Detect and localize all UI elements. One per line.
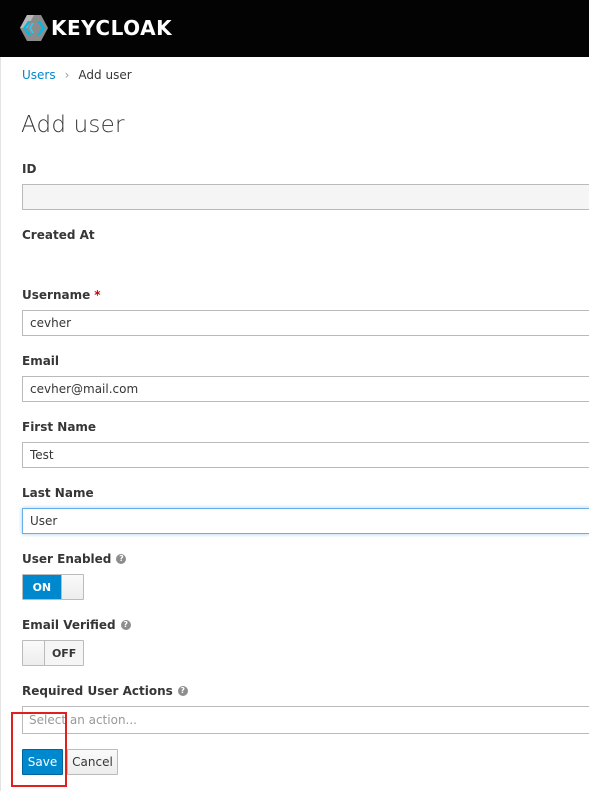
user-enabled-label-text: User Enabled [22, 552, 112, 566]
email-verified-toggle[interactable]: OFF [22, 640, 84, 666]
help-icon[interactable]: ? [120, 620, 131, 630]
toggle-handle [23, 641, 46, 665]
user-enabled-toggle[interactable]: ON [22, 574, 84, 600]
breadcrumb: Users › Add user [22, 67, 132, 83]
required-actions-label: Required User Actions ? [22, 684, 188, 698]
help-icon[interactable]: ? [116, 554, 127, 564]
first-name-label-text: First Name [22, 420, 97, 434]
id-field [22, 184, 589, 210]
required-actions-select[interactable]: Select an action... [22, 706, 589, 734]
toggle-on-label: ON [23, 575, 61, 599]
username-label: Username * [22, 288, 101, 302]
email-input[interactable]: cevher@mail.com [22, 376, 589, 402]
breadcrumb-current: Add user [78, 68, 132, 82]
breadcrumb-separator: › [64, 68, 70, 82]
top-navbar: KEYCLOAK [0, 0, 589, 57]
main-content: Users › Add user Add user ID Created At … [0, 57, 589, 791]
created-at-label-text: Created At [22, 228, 95, 242]
email-verified-label-text: Email Verified [22, 618, 116, 632]
user-enabled-label: User Enabled ? [22, 552, 127, 566]
email-label: Email [22, 354, 59, 368]
first-name-label: First Name [22, 420, 96, 434]
save-button[interactable]: Save [22, 749, 63, 775]
username-input[interactable]: cevher [22, 310, 589, 336]
toggle-off-label: OFF [45, 641, 83, 665]
first-name-input[interactable]: Test [22, 442, 589, 468]
id-label: ID [22, 162, 36, 176]
email-verified-label: Email Verified ? [22, 618, 131, 632]
username-label-text: Username [22, 288, 91, 302]
toggle-handle [60, 575, 83, 599]
help-icon[interactable]: ? [177, 686, 188, 696]
brand-name: KEYCLOAK [51, 16, 173, 40]
breadcrumb-users-link[interactable]: Users [22, 67, 56, 83]
required-actions-placeholder: Select an action... [29, 713, 137, 727]
required-actions-label-text: Required User Actions [22, 684, 173, 698]
last-name-label: Last Name [22, 486, 94, 500]
created-at-label: Created At [22, 228, 95, 242]
email-label-text: Email [22, 354, 60, 368]
keycloak-logo-icon [20, 15, 48, 41]
page-title: Add user [21, 112, 125, 138]
cancel-button[interactable]: Cancel [67, 749, 118, 775]
last-name-label-text: Last Name [22, 486, 94, 500]
keycloak-logo[interactable]: KEYCLOAK [19, 12, 172, 44]
required-indicator: * [94, 288, 101, 302]
id-label-text: ID [22, 162, 37, 176]
last-name-input[interactable]: User [22, 508, 589, 534]
